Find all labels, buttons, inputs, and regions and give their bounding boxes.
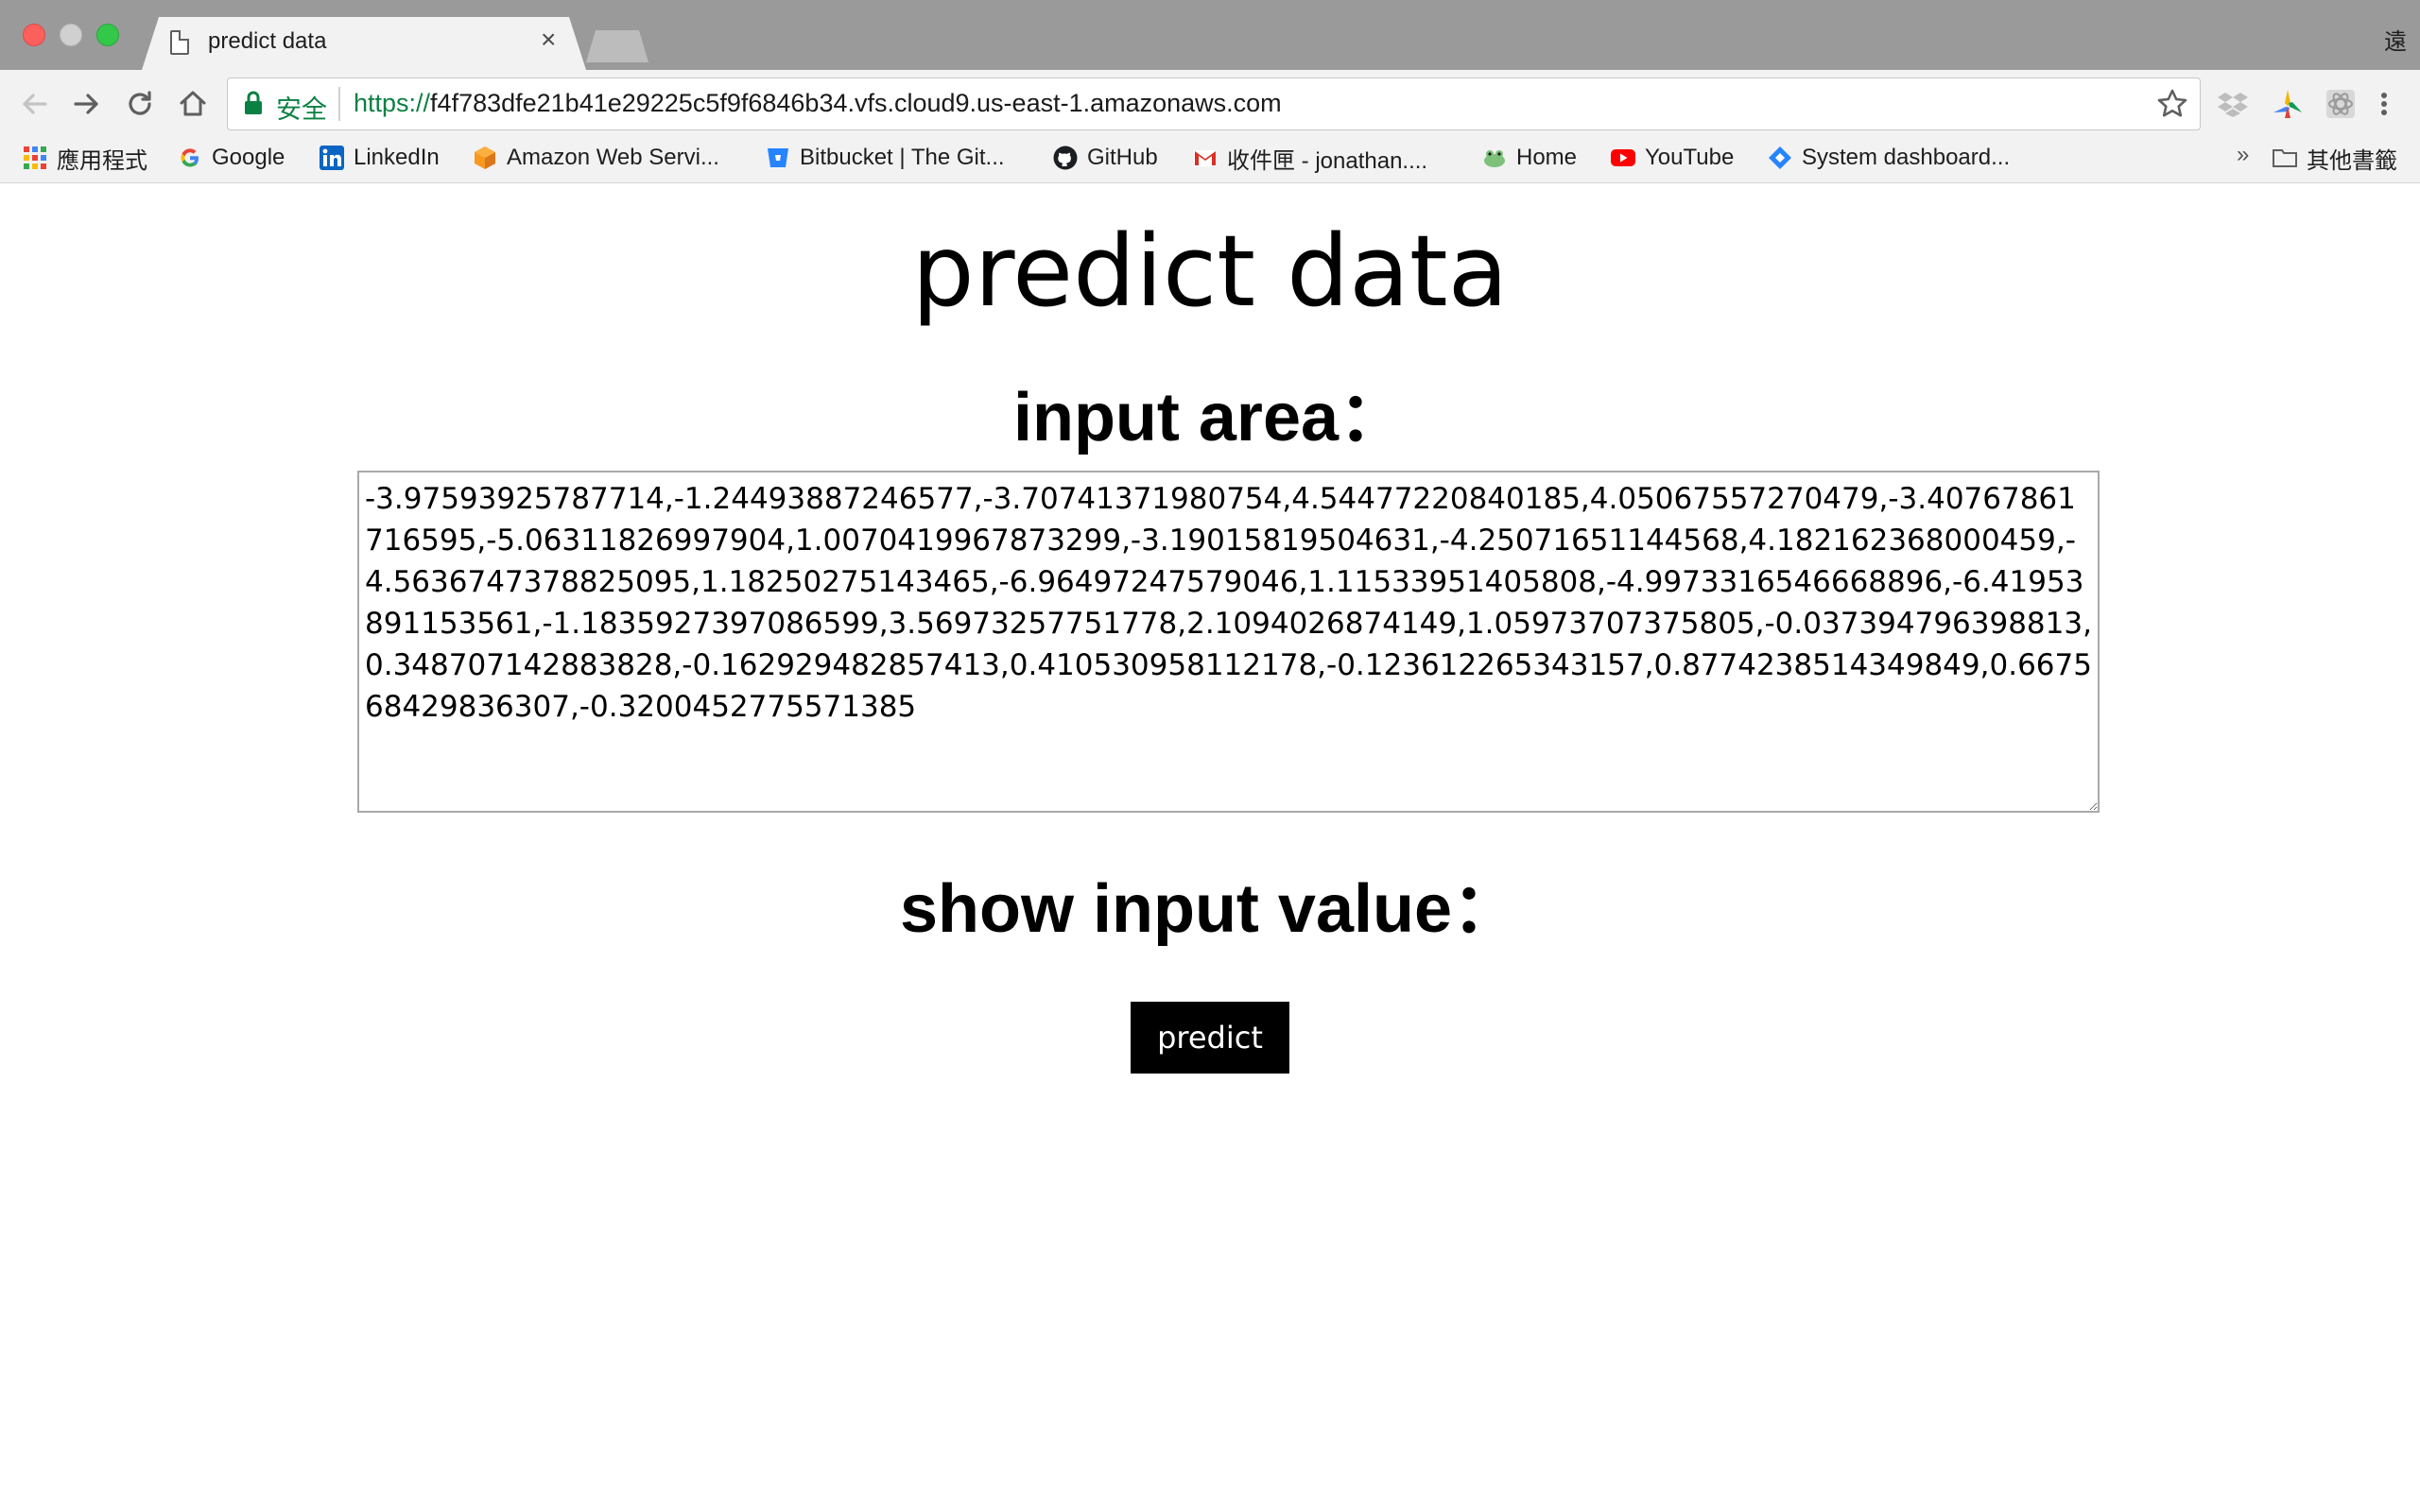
lock-icon [245,91,262,114]
jira-icon [1769,146,1791,169]
aws-icon [475,146,495,169]
bookmark-github[interactable]: GitHub [1053,142,1158,174]
bookmark-label: 應用程式 [57,147,147,174]
bookmark-label: YouTube [1645,145,1735,170]
bookmark-aws[interactable]: Amazon Web Servi... [473,142,719,174]
input-data-textarea[interactable]: -3.97593925787714,-1.24493887246577,-3.7… [357,471,2100,813]
profile-name[interactable]: 遠 [2384,23,2407,56]
url-scheme: https:// [354,89,431,117]
bookmark-linkedin[interactable]: LinkedIn [320,142,440,174]
gmail-icon [1194,150,1217,166]
tab-close-icon[interactable]: × [541,26,556,53]
home-frog-icon [1484,150,1505,167]
page-icon [170,30,189,55]
react-devtools-icon[interactable] [2324,87,2358,121]
youtube-icon [1611,149,1635,166]
colorful-extension-icon[interactable] [2271,87,2305,121]
url-text[interactable]: https://f4f783dfe21b41e29225c5f9f6846b34… [354,89,1282,118]
tab-title: predict data [208,28,327,54]
omnibox-divider [338,87,340,121]
home-icon[interactable] [174,85,212,123]
bookmark-label: Amazon Web Servi... [507,145,719,170]
bookmark-star-icon[interactable] [2155,87,2189,121]
close-window-button[interactable] [23,24,45,46]
bookmark-label: System dashboard... [1802,145,2011,170]
github-icon [1053,146,1078,170]
google-icon [181,148,199,167]
bookmark-label: 其他書籤 [2307,147,2397,174]
folder-icon [2273,149,2297,167]
bookmark-label: GitHub [1087,145,1158,170]
bookmark-label: Google [212,145,285,170]
show-input-value-heading: show input value： [899,871,1521,947]
bookmark-label: LinkedIn [354,145,440,170]
bookmark-apps[interactable]: 應用程式 [23,142,147,174]
back-arrow-icon[interactable] [15,85,53,123]
bookmark-label: Bitbucket | The Git... [800,145,1005,170]
reload-icon[interactable] [121,85,159,123]
predict-button[interactable]: predict [1131,1002,1289,1074]
bookmark-gmail-inbox[interactable]: 收件匣 - jonathan.... [1193,142,1427,174]
bookmark-system-dashboard[interactable]: System dashboard... [1768,142,2010,174]
secure-label[interactable]: 安全 [276,89,327,126]
input-area-heading: input area： [1012,380,1408,455]
dropbox-extension-icon[interactable] [2216,87,2250,121]
page-content: predict data input area： -3.975939257877… [0,185,2420,1512]
url-host: f4f783dfe21b41e29225c5f9f6846b34.vfs.clo… [430,89,1282,117]
linkedin-icon [320,146,344,170]
bookmark-google[interactable]: Google [178,142,285,174]
apps-grid-icon [24,146,46,169]
zoom-window-button[interactable] [96,24,119,46]
bookmark-label: 收件匣 - jonathan.... [1227,147,1428,174]
minimize-window-button[interactable] [60,24,82,46]
page-title: predict data [911,214,1509,329]
bookmark-label: Home [1516,145,1578,170]
bookmark-youtube[interactable]: YouTube [1611,142,1734,174]
forward-arrow-icon[interactable] [68,85,106,123]
new-tab-button[interactable] [586,30,648,62]
chrome-menu-icon[interactable] [2373,87,2395,121]
bookmark-bitbucket[interactable]: Bitbucket | The Git... [766,142,1005,174]
bookmark-home[interactable]: Home [1482,142,1577,174]
other-bookmarks-folder[interactable]: 其他書籤 [2273,142,2397,174]
bitbucket-icon [768,148,788,167]
bookmarks-overflow-icon[interactable]: » [2237,142,2249,168]
